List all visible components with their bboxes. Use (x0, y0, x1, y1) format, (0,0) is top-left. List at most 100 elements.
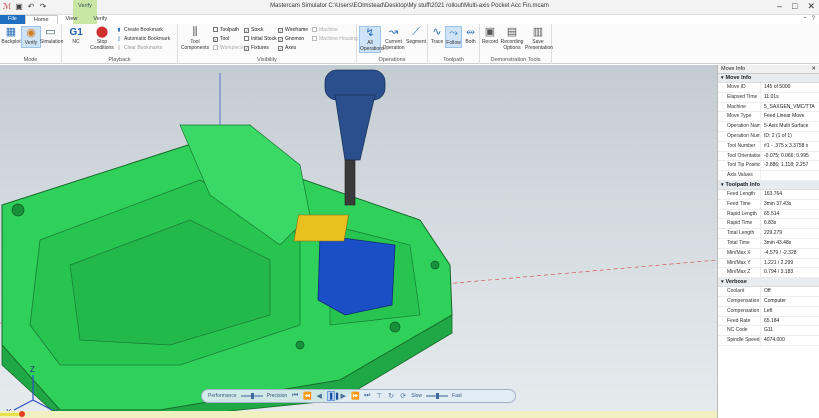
simulation-button[interactable]: ▭ Simulation (40, 26, 63, 46)
pause-icon[interactable]: ❚❚ (327, 391, 340, 401)
recording-options-icon: ▤ (506, 26, 518, 38)
info-row: Feed Rate 65.184 (718, 316, 819, 327)
workpiece-checkbox[interactable]: Workpiece (213, 45, 244, 51)
tab-home[interactable]: Home (24, 15, 58, 24)
panel-close-icon[interactable]: ✕ (811, 66, 816, 72)
skip-start-icon[interactable]: ⏮ (291, 392, 299, 400)
help-icon[interactable]: ? (812, 16, 815, 23)
info-row: NC Code G11 (718, 326, 819, 337)
info-value: ID: 2 (1 of 1) (760, 131, 819, 141)
loop-icon[interactable]: ↻ (387, 392, 395, 400)
speed-slider[interactable] (426, 393, 449, 399)
info-key: Feed Rate (727, 317, 751, 324)
all-operations-icon: ↯ (365, 27, 375, 39)
play-back-icon[interactable]: ◀ (315, 392, 323, 400)
tool-components-button[interactable]: ⫼ Tool Components (180, 26, 210, 51)
collapse-ribbon-icon[interactable]: ⌃ (803, 16, 808, 23)
repeat-icon[interactable]: ⟳ (399, 392, 407, 400)
tool-icon[interactable]: ⊤ (375, 392, 383, 400)
group-demonstration-tools: ▣ Record ▤ Recording Options ▥ Save Pres… (480, 24, 553, 64)
record-button[interactable]: ▣ Record (481, 26, 499, 46)
group-label-toolpath: Toolpath (443, 57, 464, 63)
info-row: Min/Max Z 0.794 / 3.183 (718, 268, 819, 279)
step-forward-icon[interactable]: ⏩ (351, 392, 360, 400)
info-key: Machine (727, 103, 746, 110)
collapse-triangle-icon[interactable]: ▾ (721, 182, 724, 188)
section-header[interactable]: ▾ Toolpath Info (718, 180, 819, 190)
info-row: Min/Max Y 1.221 / 2.299 (718, 258, 819, 269)
info-row: Rapid Time 6.83s (718, 219, 819, 230)
info-key: Operation Numb (727, 132, 760, 139)
performance-precision-slider[interactable] (240, 393, 263, 399)
info-value: 3min 37.43s (760, 199, 819, 209)
group-label-mode: Mode (23, 57, 38, 63)
playback-progress-track[interactable] (0, 411, 717, 418)
info-row: Feed Time 3min 37.43s (718, 199, 819, 210)
both-button[interactable]: ⥈ Both (462, 26, 479, 46)
tab-view[interactable]: View (58, 15, 86, 24)
recording-options-button[interactable]: ▤ Recording Options (500, 26, 524, 51)
toolpath-checkbox[interactable]: Toolpath (213, 27, 239, 33)
tab-verify[interactable]: Verify (85, 15, 115, 24)
group-label-playback: Playback (108, 57, 131, 63)
create-bookmark-button[interactable]: ▮ Create Bookmark (116, 27, 163, 33)
current-operation-button[interactable]: ↝ Current Operation (382, 26, 405, 51)
info-row: Compensation T Computer (718, 296, 819, 307)
section-header[interactable]: ▾ Move Info (718, 74, 819, 83)
group-toolpath: ∿ Trace ⤳ Follow ⥈ Both Toolpath (428, 24, 480, 64)
group-label-operations: Operations (378, 57, 406, 63)
collapse-triangle-icon[interactable]: ▾ (721, 279, 724, 285)
clear-bookmarks-button[interactable]: ▯ Clear Bookmarks (116, 45, 163, 51)
performance-label: Performance (208, 393, 237, 399)
skip-end-icon[interactable]: ⏭ (363, 392, 371, 400)
close-button[interactable]: ✕ (807, 1, 815, 12)
simulation-icon: ▭ (45, 26, 56, 38)
save-presentation-button[interactable]: ▥ Save Presentation (525, 26, 553, 51)
machine-checkbox[interactable]: Machine (312, 27, 338, 33)
minimize-button[interactable]: – (777, 1, 782, 12)
play-icon[interactable]: ▶ (339, 392, 347, 400)
machine-housing-checkbox[interactable]: Machine Housing (312, 36, 358, 42)
workpiece-part (1, 124, 453, 418)
backplot-button[interactable]: ▦ Backplot (1, 26, 21, 46)
step-back-icon[interactable]: ⏪ (303, 392, 312, 400)
axes-checkbox[interactable]: ✓ Axes (278, 45, 296, 51)
follow-button[interactable]: ⤳ Follow (445, 26, 462, 48)
gnomon-checkbox[interactable]: ✓ Gnomon (278, 36, 304, 42)
info-row: Operation Name5-Axis Multi Surface (718, 122, 819, 132)
initial-stock-checkbox[interactable]: Initial Stock (244, 36, 277, 42)
info-row: Machine 5_SAXGEN_VMC/TTA (718, 102, 819, 113)
info-value: Feed Linear Move (760, 112, 819, 122)
segment-button[interactable]: ⟋ Segment (405, 26, 427, 46)
wireframe-checkbox[interactable]: ✓ Wireframe (278, 27, 308, 33)
all-operations-button[interactable]: ↯ All Operations (359, 26, 384, 53)
current-operation-icon: ↝ (388, 26, 399, 38)
info-key: Min/Max X (727, 249, 751, 256)
stop-conditions-button[interactable]: ⬤ Stop Conditions (90, 26, 114, 51)
g1-nc-button[interactable]: G1 NC (66, 26, 86, 46)
info-key: Spindle Speed (727, 337, 760, 344)
stock-checkbox[interactable]: ✓ Stock (244, 27, 264, 33)
info-key: Total Time (727, 239, 750, 246)
verify-icon: ◉ (26, 27, 36, 39)
collapse-triangle-icon[interactable]: ▾ (721, 75, 724, 81)
info-value: 6.83s (760, 219, 819, 229)
verify-button[interactable]: ◉ Verify (21, 26, 41, 48)
info-key: Min/Max Y (727, 259, 751, 266)
fixtures-checkbox[interactable]: ✓ Fixtures (244, 45, 269, 51)
automatic-bookmark-button[interactable]: ▯ Automatic Bookmark (116, 36, 171, 42)
bookmark-icon: ▮ (117, 27, 121, 33)
info-value: 1.221 / 2.299 (760, 258, 819, 268)
section-header[interactable]: ▾ Verbose (718, 278, 819, 288)
info-row: Feed Length 163.764 (718, 189, 819, 200)
graphics-viewport[interactable]: Z X Y (0, 65, 717, 418)
tab-file[interactable]: File (0, 15, 25, 24)
info-key: Feed Time (727, 200, 751, 207)
info-row: Tool Number #1 - .375 x 3.3758 x (718, 141, 819, 152)
playback-progress-knob[interactable] (18, 411, 25, 417)
trace-button[interactable]: ∿ Trace (429, 26, 445, 46)
trace-icon: ∿ (432, 26, 442, 38)
maximize-button[interactable]: □ (792, 1, 797, 12)
record-icon: ▣ (484, 26, 496, 38)
tool-checkbox[interactable]: ✓ Tool (213, 36, 229, 42)
